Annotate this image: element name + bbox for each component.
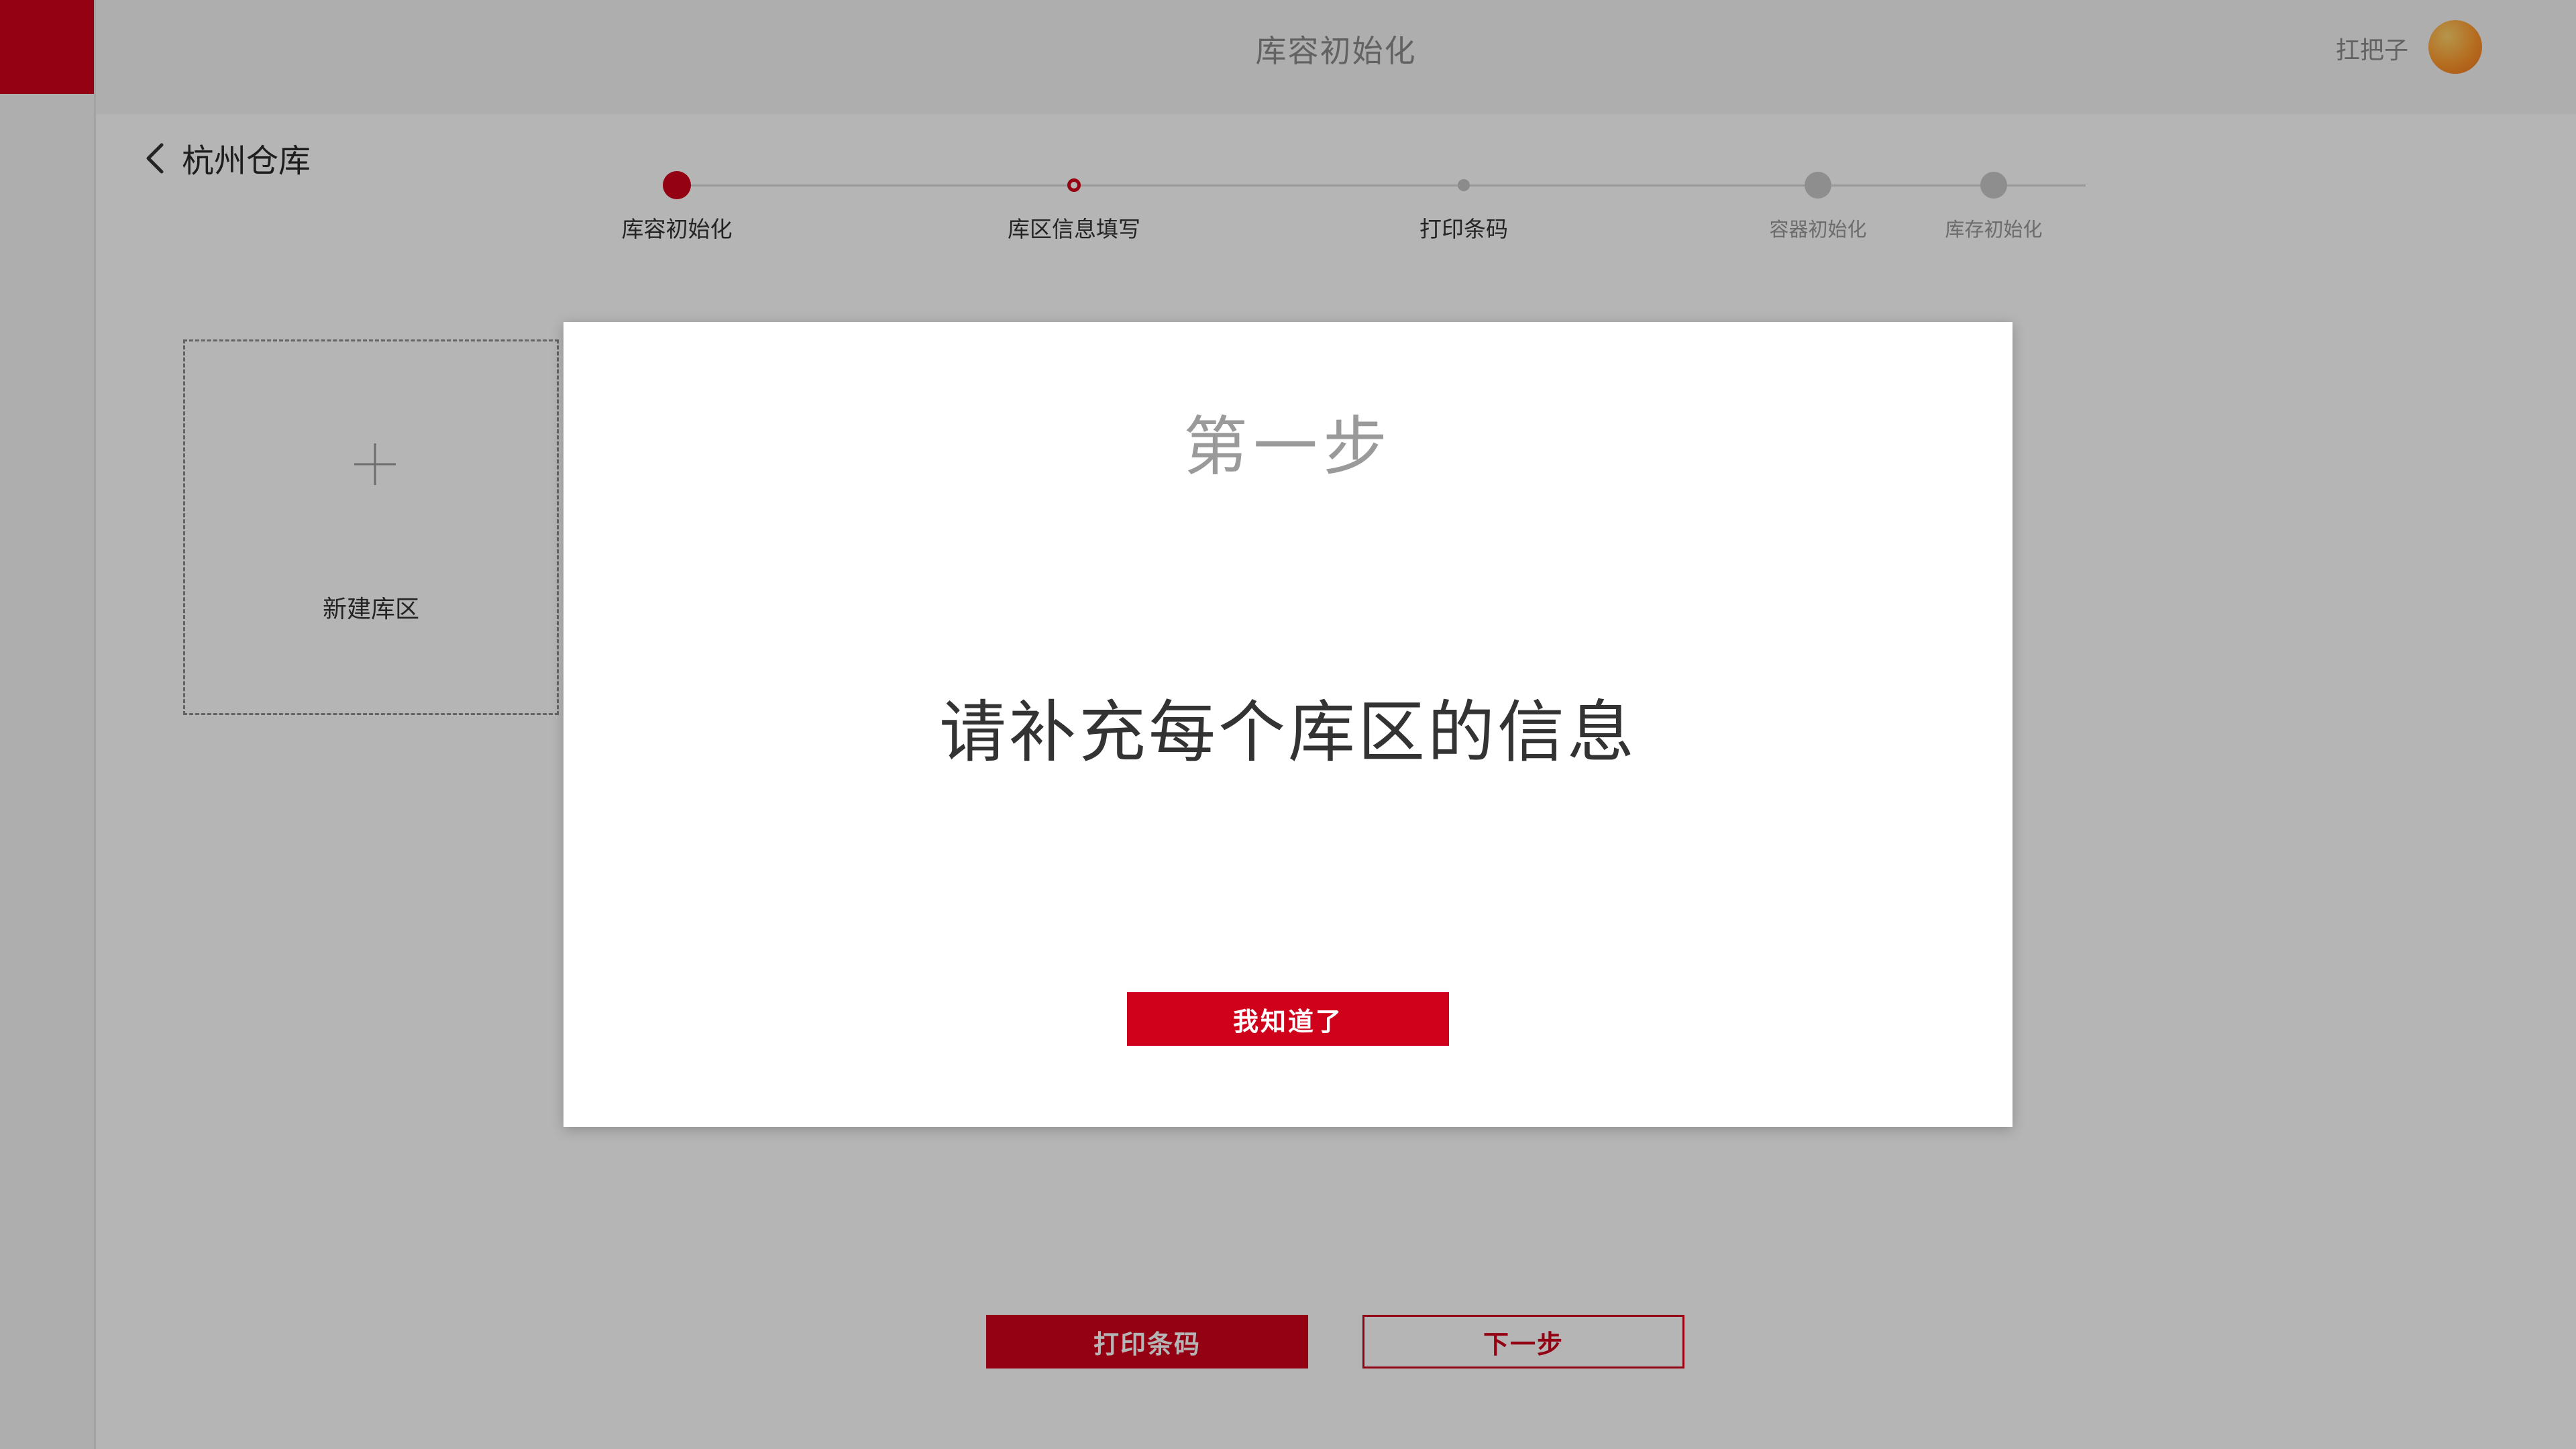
modal-step-title: 第一步 bbox=[1183, 409, 1393, 484]
confirm-button[interactable]: 我知道了 bbox=[1127, 992, 1449, 1046]
modal-message: 请补充每个库区的信息 bbox=[939, 693, 1637, 771]
step-guide-modal: 第一步 请补充每个库区的信息 我知道了 bbox=[564, 322, 2012, 1127]
